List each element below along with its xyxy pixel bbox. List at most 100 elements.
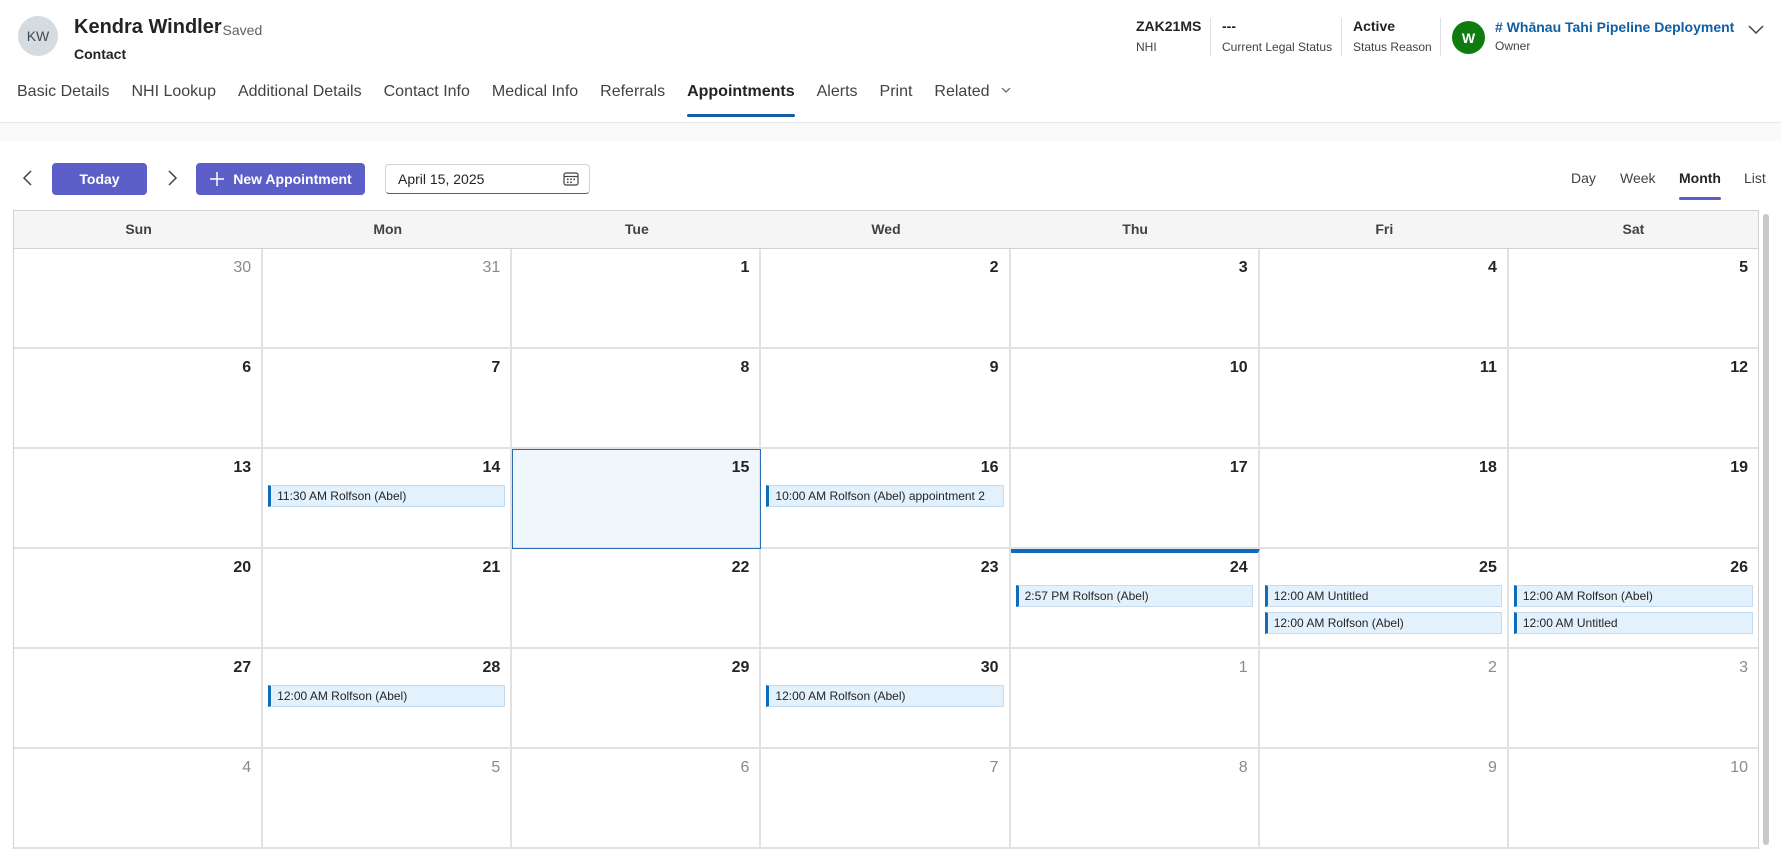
tab-print[interactable]: Print: [880, 80, 913, 119]
tab-nhi-lookup[interactable]: NHI Lookup: [131, 80, 216, 119]
calendar-day-cell[interactable]: 15: [512, 449, 762, 549]
view-week[interactable]: Week: [1620, 170, 1656, 186]
day-number: 30: [233, 259, 252, 276]
day-events: 12:00 AM Rolfson (Abel) 12:00 AM Untitled: [1513, 585, 1753, 634]
owner-link[interactable]: # Whānau Tahi Pipeline Deployment: [1495, 19, 1734, 35]
calendar-day-cell[interactable]: 14 11:30 AM Rolfson (Abel): [263, 449, 513, 549]
weekday-header: Sun Mon Tue Wed Thu Fri Sat: [14, 211, 1758, 249]
calendar-day-cell[interactable]: 26 12:00 AM Rolfson (Abel) 12:00 AM Untitl…: [1508, 549, 1758, 649]
appointment-event[interactable]: 12:00 AM Untitled: [1513, 612, 1753, 634]
day-number: 19: [1730, 459, 1748, 476]
day-number: 29: [731, 659, 750, 676]
calendar-day-cell[interactable]: 9: [1259, 749, 1509, 849]
tab-appointments[interactable]: Appointments: [687, 80, 795, 119]
calendar-day-cell[interactable]: 2: [761, 249, 1011, 349]
weekday-label: Mon: [373, 221, 403, 237]
calendar-day-cell[interactable]: 7: [263, 349, 513, 449]
appointment-event[interactable]: 12:00 AM Rolfson (Abel): [268, 685, 506, 707]
calendar-day-cell[interactable]: 9: [761, 349, 1011, 449]
calendar-day-cell[interactable]: 11: [1259, 349, 1509, 449]
tab-additional-details[interactable]: Additional Details: [238, 80, 362, 119]
tab-medical-info[interactable]: Medical Info: [492, 80, 578, 119]
calendar-day-cell[interactable]: 17: [1010, 449, 1260, 549]
next-month-chevron-icon[interactable]: [162, 168, 182, 188]
calendar-day-cell[interactable]: 30 12:00 AM Rolfson (Abel): [761, 649, 1011, 749]
view-month[interactable]: Month: [1679, 170, 1721, 200]
view-list[interactable]: List: [1744, 170, 1766, 186]
appointment-event[interactable]: 12:00 AM Rolfson (Abel): [766, 685, 1004, 707]
weekday-label: Sat: [1622, 221, 1645, 237]
calendar-scrollbar[interactable]: [1763, 214, 1769, 845]
appointment-event[interactable]: 12:00 AM Rolfson (Abel): [1264, 612, 1502, 634]
previous-month-chevron-icon[interactable]: [18, 168, 38, 188]
tab-alerts[interactable]: Alerts: [817, 80, 858, 119]
calendar-day-cell[interactable]: 30: [14, 249, 264, 349]
day-events: 11:30 AM Rolfson (Abel): [268, 485, 506, 507]
header-divider: [1440, 18, 1441, 56]
tab-referrals[interactable]: Referrals: [600, 80, 665, 119]
calendar-day-cell[interactable]: 8: [512, 349, 762, 449]
day-events: 12:00 AM Untitled 12:00 AM Rolfson (Abel): [1264, 585, 1502, 634]
calendar-day-cell[interactable]: 10: [1508, 749, 1758, 849]
calendar-day-cell[interactable]: 16 10:00 AM Rolfson (Abel) appointment 2: [761, 449, 1011, 549]
calendar-day-cell[interactable]: 13: [14, 449, 264, 549]
day-number: 17: [1229, 459, 1248, 476]
calendar-day-cell[interactable]: 24 2:57 PM Rolfson (Abel): [1010, 549, 1260, 649]
day-number: 9: [1487, 759, 1497, 776]
calendar-day-cell[interactable]: 1: [512, 249, 762, 349]
calendar-day-cell[interactable]: 25 12:00 AM Untitled 12:00 AM Rolfson (Abe…: [1259, 549, 1509, 649]
appointment-event[interactable]: 11:30 AM Rolfson (Abel): [268, 485, 506, 507]
tab-contact-info[interactable]: Contact Info: [384, 80, 470, 119]
calendar-day-cell[interactable]: 4: [14, 749, 264, 849]
weekday-label: Tue: [624, 221, 649, 237]
day-number: 22: [731, 559, 750, 576]
calendar-day-cell[interactable]: 1: [1010, 649, 1260, 749]
calendar-day-cell[interactable]: 2: [1259, 649, 1509, 749]
appointment-event[interactable]: 12:00 AM Untitled: [1264, 585, 1502, 607]
view-day[interactable]: Day: [1571, 170, 1596, 186]
new-appointment-button[interactable]: New Appointment: [196, 163, 365, 195]
calendar-day-cell[interactable]: 10: [1010, 349, 1260, 449]
tab-basic-details[interactable]: Basic Details: [17, 80, 109, 119]
calendar-day-cell[interactable]: 6: [512, 749, 762, 849]
header-field-value: ZAK21MS: [1136, 18, 1202, 34]
calendar-day-cell[interactable]: 31: [263, 249, 513, 349]
calendar-day-cell[interactable]: 18: [1259, 449, 1509, 549]
tab-related-label: Related: [934, 83, 990, 100]
day-number: 15: [731, 459, 750, 476]
calendar-day-cell[interactable]: 5: [1508, 249, 1758, 349]
header-divider: [1341, 18, 1342, 56]
appointment-event[interactable]: 10:00 AM Rolfson (Abel) appointment 2: [766, 485, 1004, 507]
calendar-day-cell[interactable]: 21: [263, 549, 513, 649]
calendar-day-cell[interactable]: 12: [1508, 349, 1758, 449]
calendar-day-cell[interactable]: 5: [263, 749, 513, 849]
appointment-event[interactable]: 12:00 AM Rolfson (Abel): [1513, 585, 1753, 607]
calendar-day-cell[interactable]: 22: [512, 549, 762, 649]
calendar-day-cell[interactable]: 4: [1259, 249, 1509, 349]
header-field-label: Status Reason: [1353, 40, 1432, 54]
tab-related[interactable]: Related: [934, 80, 1012, 119]
new-appointment-label: New Appointment: [233, 171, 352, 187]
calendar-day-cell[interactable]: 3: [1508, 649, 1758, 749]
calendar-day-cell[interactable]: 6: [14, 349, 264, 449]
day-number: 24: [1229, 559, 1248, 576]
calendar-day-cell[interactable]: 28 12:00 AM Rolfson (Abel): [263, 649, 513, 749]
day-number: 31: [482, 259, 501, 276]
calendar-day-cell[interactable]: 7: [761, 749, 1011, 849]
calendar-day-cell[interactable]: 27: [14, 649, 264, 749]
calendar-icon[interactable]: [562, 170, 580, 188]
calendar-day-cell[interactable]: 23: [761, 549, 1011, 649]
save-status: - Saved: [214, 22, 263, 38]
day-number: 3: [1739, 659, 1748, 676]
calendar-day-cell[interactable]: 19: [1508, 449, 1758, 549]
calendar-day-cell[interactable]: 20: [14, 549, 264, 649]
calendar-day-cell[interactable]: 3: [1010, 249, 1260, 349]
calendar-day-cell[interactable]: 29: [512, 649, 762, 749]
expand-header-chevron-icon[interactable]: [1745, 18, 1767, 40]
date-picker-input[interactable]: April 15, 2025: [385, 164, 590, 194]
appointment-event[interactable]: 2:57 PM Rolfson (Abel): [1015, 585, 1253, 607]
today-button[interactable]: Today: [52, 163, 147, 195]
calendar-day-cell[interactable]: 8: [1010, 749, 1260, 849]
day-number: 23: [980, 559, 999, 576]
header-divider: [1210, 18, 1211, 56]
